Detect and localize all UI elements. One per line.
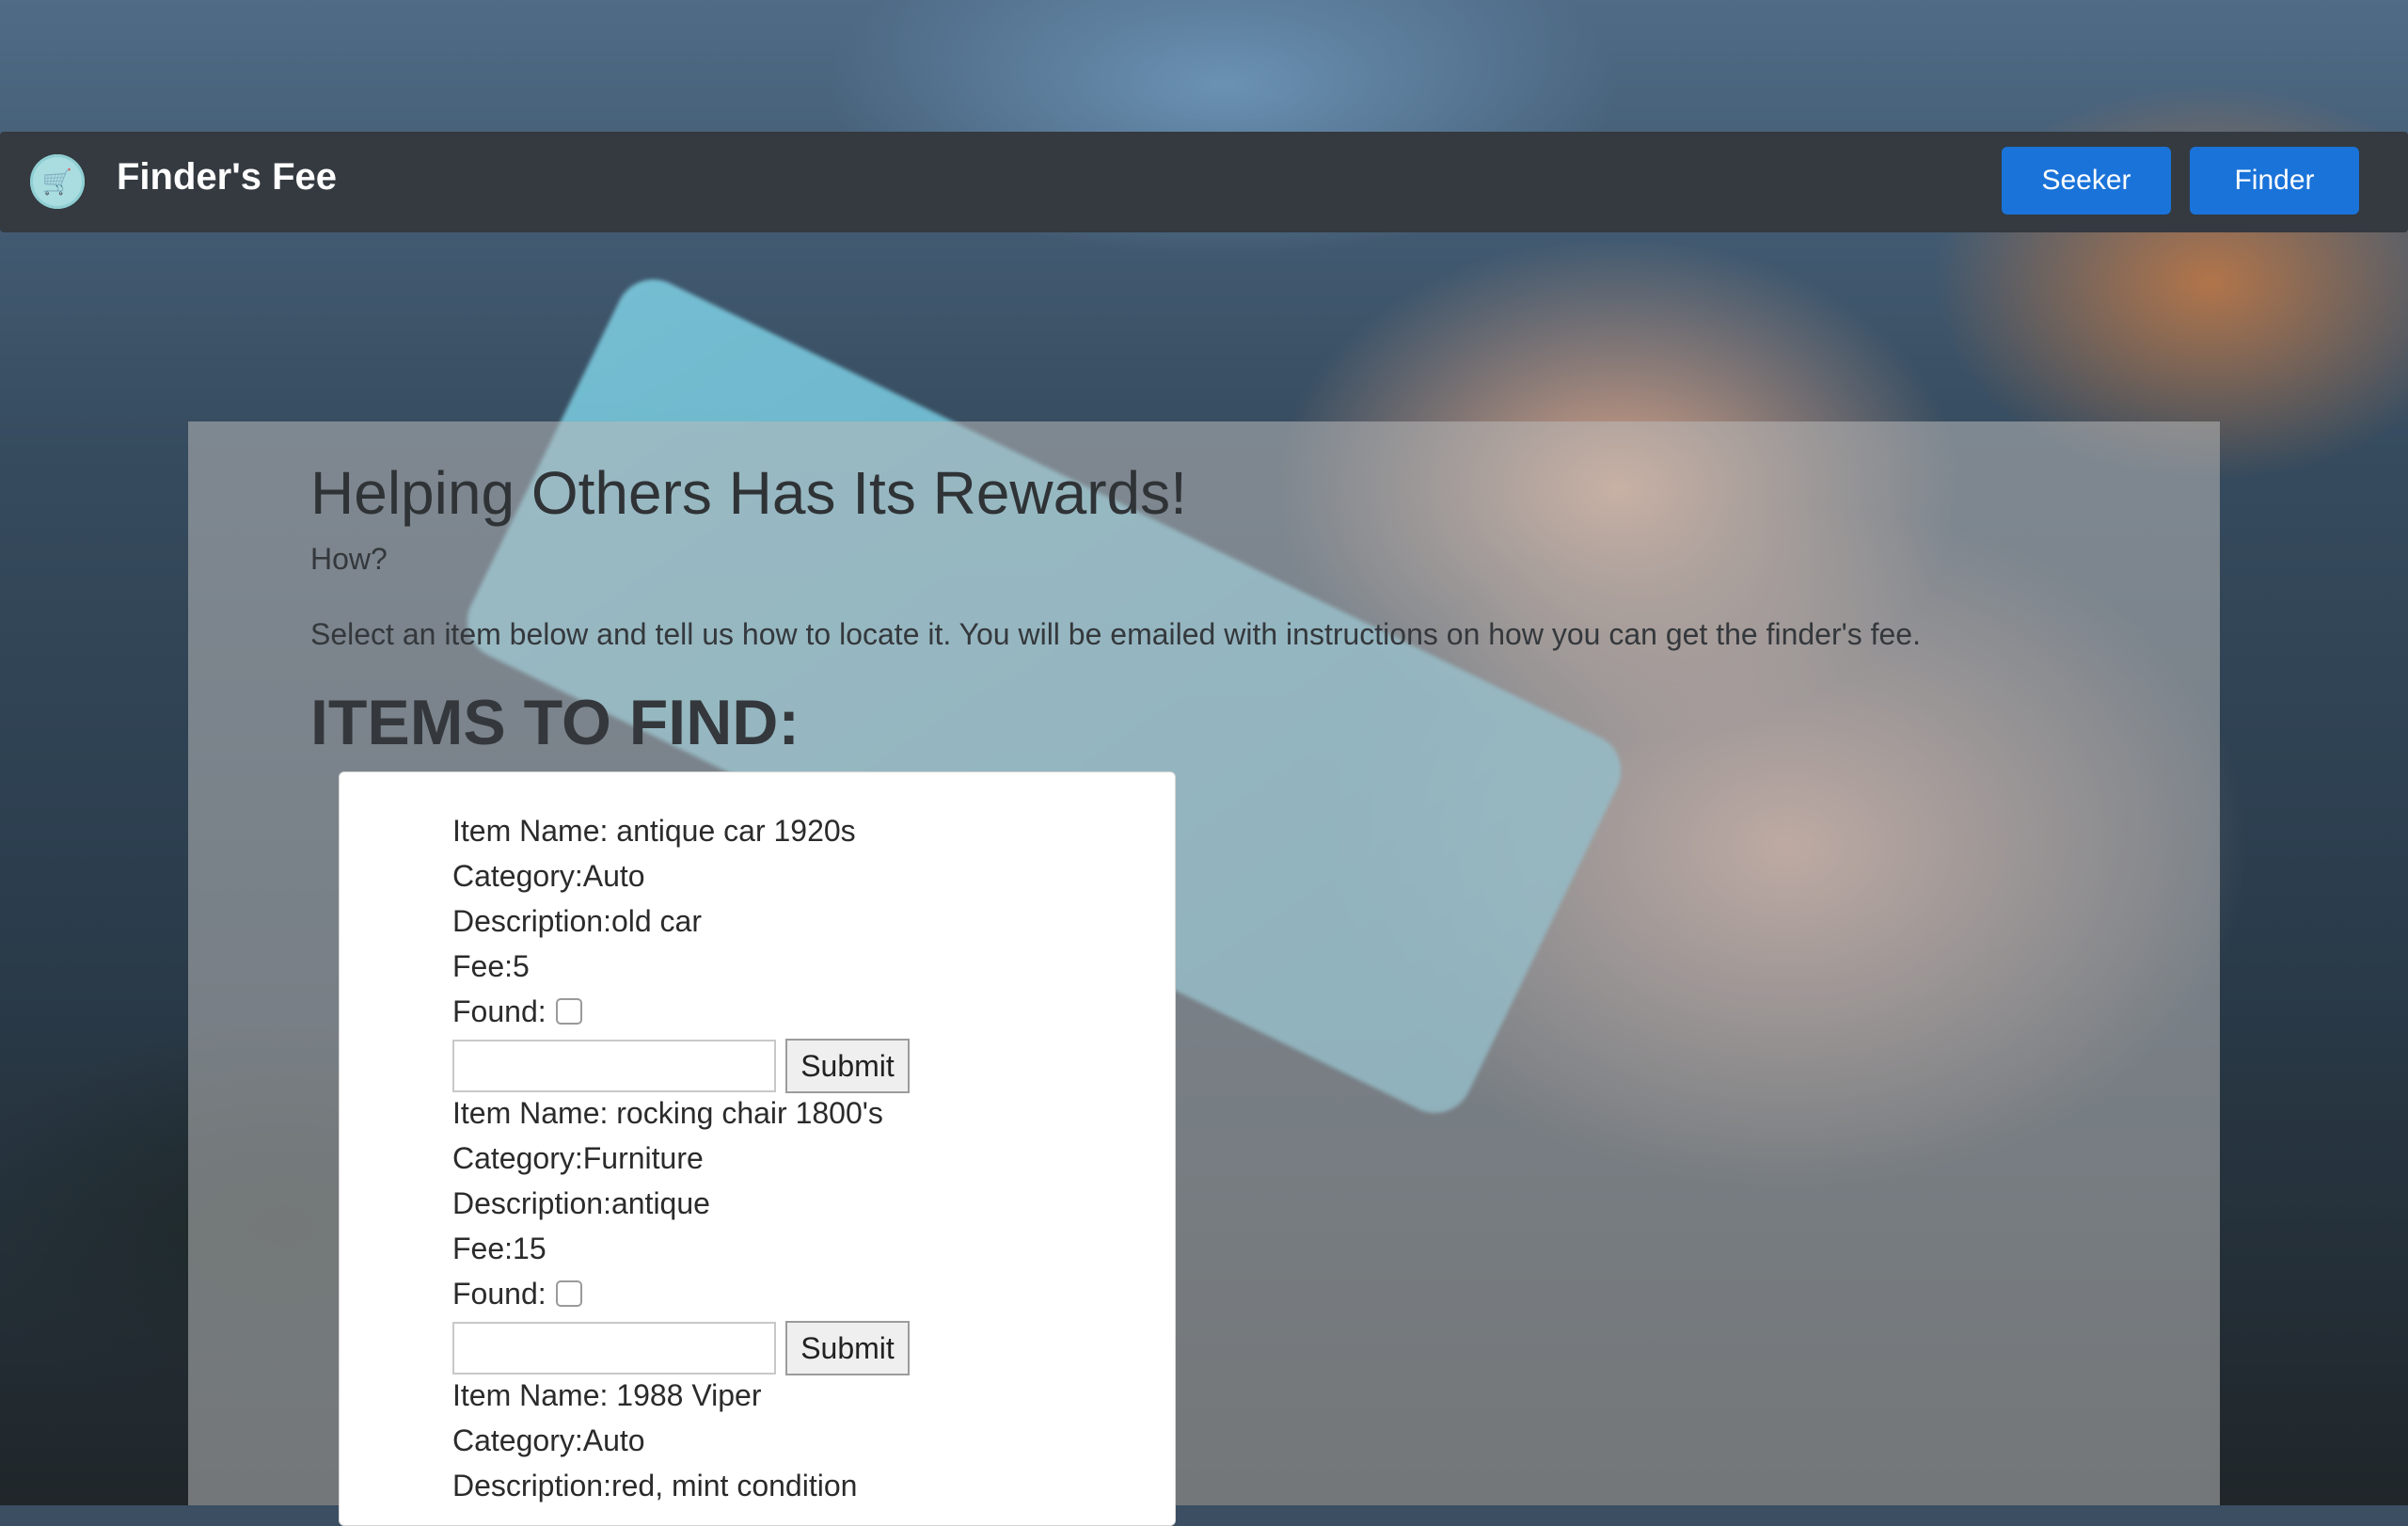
item-category: Category:Auto <box>452 859 645 893</box>
list-item: Item Name: antique car 1920s Category:Au… <box>452 808 1111 1094</box>
finder-button[interactable]: Finder <box>2190 147 2359 215</box>
shopping-cart-icon[interactable]: 🛒 <box>30 154 85 209</box>
found-row: Found: <box>452 1271 1111 1316</box>
how-subtitle: How? <box>310 542 388 576</box>
item-description: Description:old car <box>452 904 702 938</box>
brand-name[interactable]: Finder's Fee <box>117 152 337 201</box>
found-label: Found: <box>452 1277 547 1311</box>
item-fee: Fee:15 <box>452 1232 547 1265</box>
found-label: Found: <box>452 994 547 1028</box>
location-input[interactable] <box>452 1322 776 1375</box>
items-list: Item Name: antique car 1920s Category:Au… <box>339 771 1176 1526</box>
item-description: Description:antique <box>452 1186 710 1220</box>
submit-button[interactable]: Submit <box>785 1321 910 1375</box>
item-name: Item Name: antique car 1920s <box>452 814 856 848</box>
item-form: Submit <box>452 1320 1111 1376</box>
jumbotron: Helping Others Has Its Rewards! How? Sel… <box>188 421 2220 1526</box>
found-checkbox[interactable] <box>555 1280 582 1307</box>
location-input[interactable] <box>452 1040 776 1092</box>
item-description: Description:red, mint condition <box>452 1469 858 1502</box>
items-heading: ITEMS TO FIND: <box>310 687 800 758</box>
submit-button[interactable]: Submit <box>785 1039 910 1093</box>
list-item: Item Name: rocking chair 1800's Category… <box>452 1090 1111 1376</box>
found-checkbox[interactable] <box>555 998 582 1025</box>
page-title: Helping Others Has Its Rewards! <box>310 459 1187 527</box>
item-form: Submit <box>452 1038 1111 1094</box>
instructions-text: Select an item below and tell us how to … <box>310 617 1921 651</box>
list-item: Item Name: 1988 Viper Category:Auto Desc… <box>452 1373 1111 1508</box>
item-name: Item Name: 1988 Viper <box>452 1378 762 1412</box>
navbar: 🛒 Finder's Fee Seeker Finder <box>0 132 2408 232</box>
item-fee: Fee:5 <box>452 949 530 983</box>
item-name: Item Name: rocking chair 1800's <box>452 1096 883 1130</box>
found-row: Found: <box>452 989 1111 1034</box>
item-category: Category:Furniture <box>452 1141 704 1175</box>
seeker-button[interactable]: Seeker <box>2002 147 2171 215</box>
item-category: Category:Auto <box>452 1423 645 1457</box>
